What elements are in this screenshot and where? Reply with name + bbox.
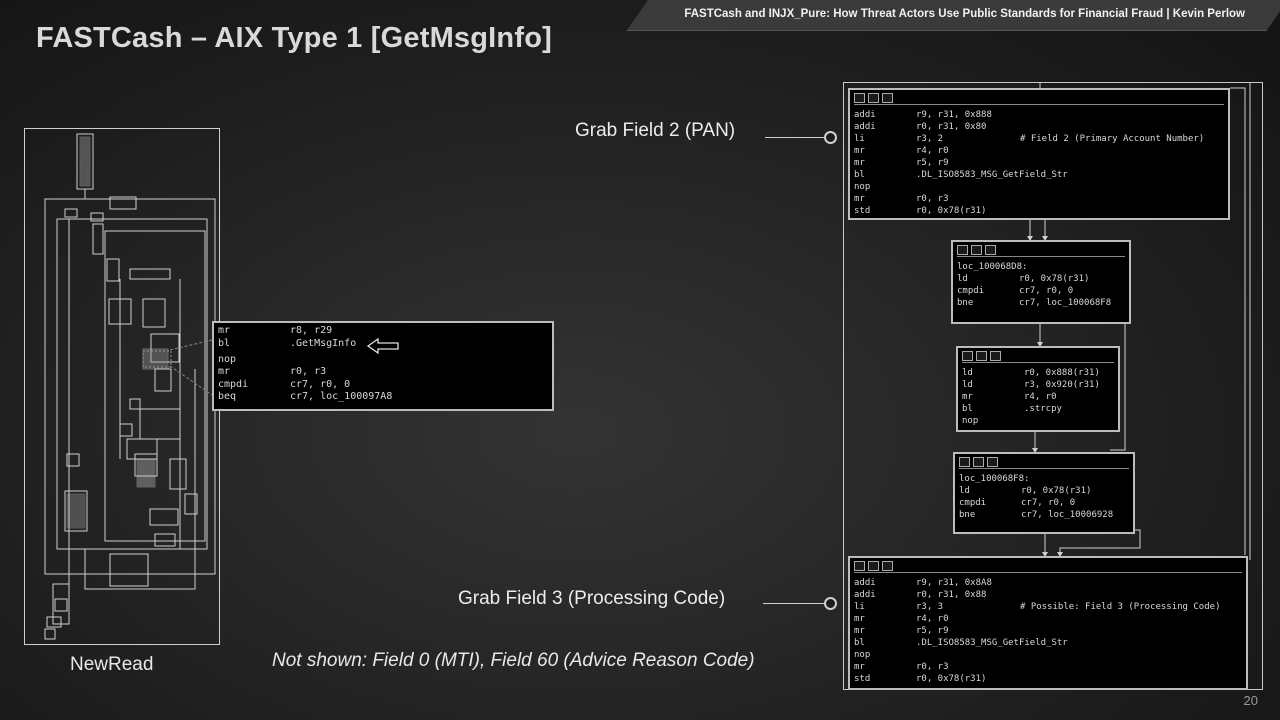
not-shown-note: Not shown: Field 0 (MTI), Field 60 (Advi… bbox=[272, 650, 755, 671]
block-titlebar bbox=[962, 350, 1114, 363]
graph-icon bbox=[971, 245, 982, 255]
block-titlebar bbox=[854, 92, 1224, 105]
code-line: li r3, 2 # Field 2 (Primary Account Number… bbox=[854, 134, 1205, 144]
list-icon bbox=[882, 561, 893, 571]
code-line: bne cr7, loc_100068F8 bbox=[957, 298, 1112, 308]
code-line: addi r0, r31, 0x88 bbox=[854, 590, 987, 600]
graph-icon bbox=[868, 561, 879, 571]
block-icon bbox=[854, 561, 865, 571]
callout-dot bbox=[824, 131, 837, 144]
code-line: mr r0, r3 bbox=[854, 194, 949, 204]
list-icon bbox=[990, 351, 1001, 361]
code-line: bl .DL_ISO8583_MSG_GetField_Str bbox=[854, 170, 1068, 180]
callout-field-3: Grab Field 3 (Processing Code) bbox=[458, 588, 726, 609]
code-block-loc-100068f8: loc_100068F8: ld r0, 0x78(r31) cmpdi cr7, … bbox=[953, 452, 1135, 534]
code-line: std r0, 0x78(r31) bbox=[854, 674, 987, 684]
block-titlebar bbox=[957, 244, 1125, 257]
block-icon bbox=[854, 93, 865, 103]
callout-line bbox=[765, 137, 825, 138]
code-label: loc_100068F8: bbox=[959, 474, 1030, 484]
code-line: ld r0, 0x78(r31) bbox=[957, 274, 1090, 284]
list-icon bbox=[985, 245, 996, 255]
code-line: ld r0, 0x78(r31) bbox=[959, 486, 1092, 496]
code-line: mr r4, r0 bbox=[962, 392, 1057, 402]
code-line: mr r4, r0 bbox=[854, 146, 949, 156]
code-line: cmpdi cr7, r0, 0 bbox=[959, 498, 1076, 508]
graph-icon bbox=[868, 93, 879, 103]
code-line: bl .DL_ISO8583_MSG_GetField_Str bbox=[854, 638, 1068, 648]
code-line: ld r0, 0x888(r31) bbox=[962, 368, 1100, 378]
block-icon bbox=[959, 457, 970, 467]
block-icon bbox=[962, 351, 973, 361]
code-line: mr r5, r9 bbox=[854, 626, 949, 636]
code-block-getfield-3: addi r9, r31, 0x8A8 addi r0, r31, 0x88 li r… bbox=[848, 556, 1248, 690]
code-line: nop bbox=[854, 650, 871, 660]
code-line: li r3, 3 # Possible: Field 3 (Processing C… bbox=[854, 602, 1221, 612]
code-line: mr r4, r0 bbox=[854, 614, 949, 624]
code-line: mr r5, r9 bbox=[854, 158, 949, 168]
callout-dot bbox=[824, 597, 837, 610]
block-icon bbox=[957, 245, 968, 255]
code-line: bne cr7, loc_10006928 bbox=[959, 510, 1114, 520]
code-line: addi r0, r31, 0x80 bbox=[854, 122, 987, 132]
code-line: std r0, 0x78(r31) bbox=[854, 206, 987, 216]
graph-icon bbox=[976, 351, 987, 361]
code-line: addi r9, r31, 0x8A8 bbox=[854, 578, 992, 588]
code-label: loc_100068D8: bbox=[957, 262, 1028, 272]
code-line: ld r3, 0x920(r31) bbox=[962, 380, 1100, 390]
block-titlebar bbox=[854, 560, 1242, 573]
code-line: bl .strcpy bbox=[962, 404, 1062, 414]
code-line: nop bbox=[854, 182, 871, 192]
code-block-loc-100068d8: loc_100068D8: ld r0, 0x78(r31) cmpdi cr7, … bbox=[951, 240, 1131, 324]
code-block-getfield-2: addi r9, r31, 0x888 addi r0, r31, 0x80 li r… bbox=[848, 88, 1230, 220]
callout-field-2: Grab Field 2 (PAN) bbox=[575, 120, 736, 141]
block-titlebar bbox=[959, 456, 1129, 469]
slide-number: 20 bbox=[1243, 693, 1258, 708]
code-line: mr r0, r3 bbox=[854, 662, 949, 672]
code-line: cmpdi cr7, r0, 0 bbox=[957, 286, 1074, 296]
code-block-strcpy: ld r0, 0x888(r31) ld r3, 0x920(r31) mr r4, … bbox=[956, 346, 1120, 432]
list-icon bbox=[987, 457, 998, 467]
code-line: addi r9, r31, 0x888 bbox=[854, 110, 992, 120]
list-icon bbox=[882, 93, 893, 103]
callout-line bbox=[763, 603, 825, 604]
graph-icon bbox=[973, 457, 984, 467]
code-line: nop bbox=[962, 416, 979, 426]
